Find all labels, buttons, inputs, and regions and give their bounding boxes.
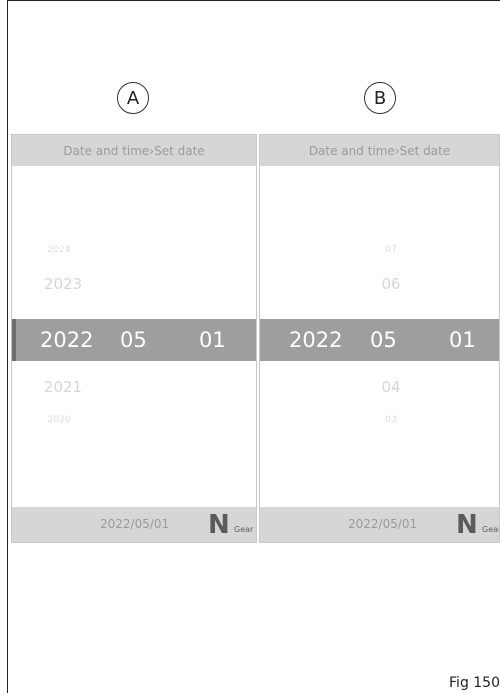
selected-day[interactable]: 01 — [199, 319, 226, 361]
screen-b-header: Date and time›Set date — [260, 135, 499, 166]
month-option-below[interactable]: 04 — [374, 378, 408, 396]
month-option-above[interactable]: 06 — [374, 275, 408, 293]
year-option-below-far[interactable]: 2020 — [39, 415, 79, 425]
figure-caption: Fig 150 — [449, 675, 500, 691]
screen-b: Date and time›Set date 07 06 2022 05 01 … — [259, 134, 500, 543]
selection-marker — [12, 319, 16, 361]
screen-a-header: Date and time›Set date — [12, 135, 256, 166]
selected-year[interactable]: 2022 — [40, 319, 93, 361]
footer-date: 2022/05/01 — [100, 517, 170, 531]
selected-month[interactable]: 05 — [370, 319, 397, 361]
screen-a-footer: 2022/05/01 N Gear — [12, 507, 256, 542]
gear-label: Gear — [234, 525, 254, 534]
screen-a: Date and time›Set date 2024 2023 2022 05… — [11, 134, 257, 543]
footer-date: 2022/05/01 — [348, 517, 418, 531]
gear-indicator: N — [208, 510, 230, 540]
selected-date-row[interactable]: 2022 05 01 — [260, 319, 499, 361]
gear-indicator: N — [456, 510, 478, 540]
selected-day[interactable]: 01 — [449, 319, 476, 361]
selected-month[interactable]: 05 — [120, 319, 147, 361]
year-option-below[interactable]: 2021 — [38, 378, 88, 396]
month-option-below-far[interactable]: 03 — [376, 415, 406, 425]
gear-label: Gear — [482, 525, 500, 534]
panel-b-label: B — [364, 82, 396, 114]
selected-year[interactable]: 2022 — [289, 319, 342, 361]
screen-b-footer: 2022/05/01 N Gear — [260, 507, 499, 542]
month-option-above-far[interactable]: 07 — [376, 245, 406, 255]
year-option-above[interactable]: 2023 — [38, 275, 88, 293]
selected-date-row[interactable]: 2022 05 01 — [12, 319, 256, 361]
year-option-above-far[interactable]: 2024 — [39, 245, 79, 255]
panel-a-label: A — [117, 82, 149, 114]
